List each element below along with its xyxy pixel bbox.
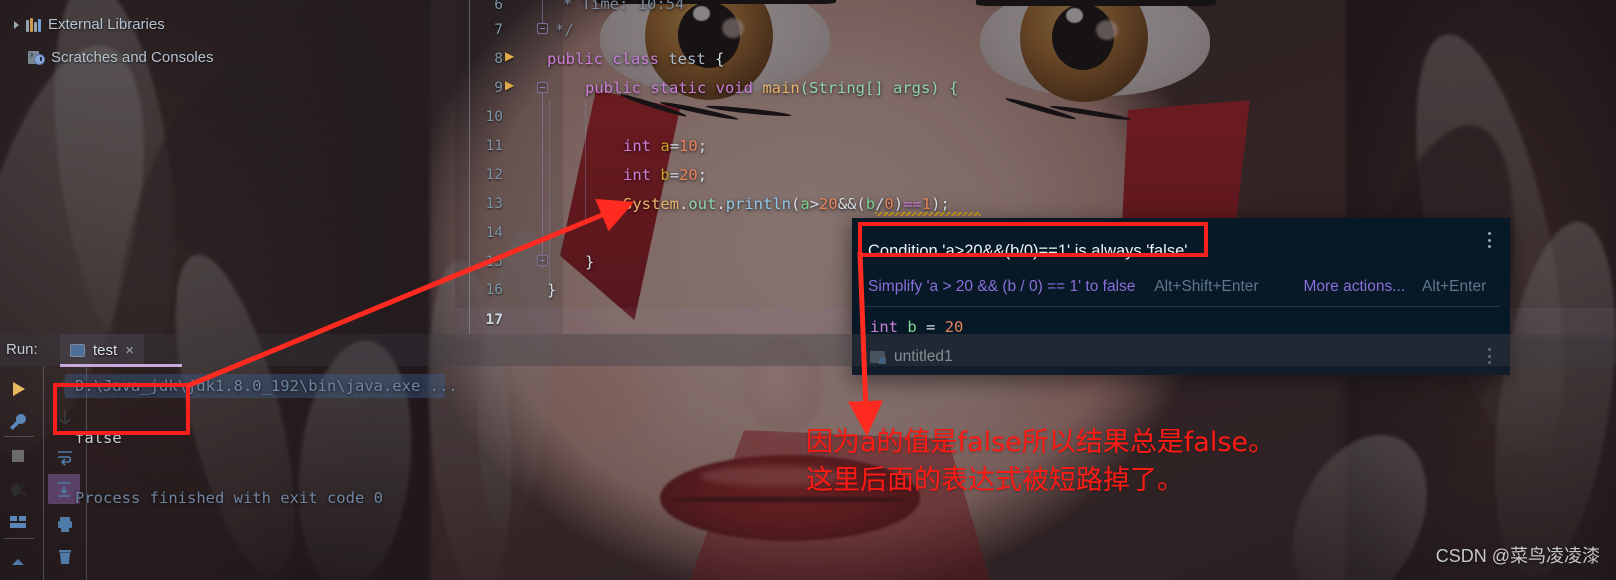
line-number-current: 17 [485, 312, 503, 328]
layout-icon[interactable] [3, 509, 33, 535]
soft-wrap-icon[interactable] [50, 444, 80, 470]
line-number: 15 [485, 254, 503, 270]
line-number: 10 [485, 109, 503, 125]
run-config-icon [70, 343, 85, 357]
more-actions-shortcut: Alt+Enter [1422, 278, 1487, 295]
code-line-15: } [585, 253, 595, 271]
code-brace: { [715, 50, 725, 68]
annotation-note-line-2: 这里后面的表达式被短路掉了。 [806, 465, 1184, 496]
run-label: Run: [6, 341, 38, 358]
indent-guide-2 [585, 100, 586, 220]
toolbar-divider [4, 436, 34, 437]
library-icon [26, 17, 41, 32]
project-tool-window: External Libraries Scratches and Console… [0, 0, 455, 334]
code-line-9: public static void main(String[] args) { [585, 79, 958, 97]
tooltip-divider [862, 306, 1500, 307]
fold-marker-icon[interactable] [537, 255, 548, 266]
line-number: 14 [485, 225, 503, 241]
print-icon[interactable] [50, 511, 80, 537]
warning-squiggle [875, 212, 981, 216]
run-play-icon[interactable] [3, 376, 33, 402]
debug-bug-icon[interactable] [3, 476, 33, 502]
code-line-12: int b=20; [623, 166, 708, 184]
kebab-menu-icon[interactable] [1488, 232, 1492, 250]
code-line-7: */ [555, 21, 574, 39]
simplify-action-link[interactable]: Simplify 'a > 20 && (b / 0) == 1' to fal… [868, 278, 1135, 295]
annotation-note-line-1: 因为a的值是false所以结果总是false。 [806, 427, 1276, 458]
stop-square-icon[interactable] [3, 443, 33, 469]
wrench-settings-icon[interactable] [3, 409, 33, 435]
console-false-highlight-box [53, 383, 190, 435]
code-line-8: public class test { [547, 50, 724, 68]
line-number: 7 [494, 22, 503, 38]
sidebar-item-scratches-and-consoles[interactable]: Scratches and Consoles [28, 49, 214, 66]
code-line-16: } [547, 281, 557, 299]
watermark: CSDN @菜鸟凌凌漆 [1435, 546, 1600, 566]
line-number: 11 [485, 138, 503, 154]
code-keyword: public static void [585, 79, 753, 97]
line-number: 6 [494, 0, 503, 13]
sidebar-item-label: Scratches and Consoles [51, 49, 214, 66]
indent-guide-1 [549, 100, 550, 300]
code-method-name: main [762, 79, 800, 97]
pin-icon[interactable] [3, 548, 33, 574]
fold-marker-icon[interactable] [537, 82, 548, 93]
inspection-actions: Simplify 'a > 20 && (b / 0) == 1' to fal… [868, 278, 1494, 302]
run-tab-label: test [93, 341, 118, 359]
trash-icon[interactable] [50, 544, 80, 570]
tooltip-title-highlight-box [858, 222, 1208, 257]
line-number: 8 [494, 51, 503, 67]
line-number: 16 [485, 282, 503, 298]
code-classname: test [668, 50, 706, 68]
simplify-action-shortcut: Alt+Shift+Enter [1154, 278, 1259, 295]
fold-line-body [542, 93, 544, 268]
code-line-6: * Time: 10:54 [563, 0, 685, 13]
toolbar-divider [4, 538, 34, 539]
code-keyword: public class [547, 50, 659, 68]
fold-marker-icon[interactable] [537, 23, 548, 34]
line-number: 13 [485, 196, 503, 212]
run-header [0, 334, 1616, 366]
sidebar-item-label: External Libraries [48, 16, 165, 33]
run-gutter-icon[interactable]: ▶ [505, 78, 514, 92]
more-actions-link[interactable]: More actions... [1303, 278, 1405, 295]
console-line: Process finished with exit code 0 [75, 489, 383, 507]
run-toolbar-left[interactable] [0, 366, 40, 580]
screenshot-root: External Libraries Scratches and Console… [0, 0, 1616, 580]
scratches-icon [28, 49, 45, 65]
code-signature: (String[] args) { [799, 79, 959, 97]
run-tab-test[interactable]: test × [60, 334, 144, 366]
chevron-right-icon[interactable] [14, 20, 19, 29]
run-gutter-icon[interactable]: ▶ [505, 49, 514, 63]
line-number: 9 [494, 80, 503, 96]
line-number: 12 [485, 167, 503, 183]
code-line-11: int a=10; [623, 137, 708, 155]
close-icon[interactable]: × [125, 342, 134, 359]
code-line-13: System.out.println(a>20&&(b/0)==1); [623, 195, 950, 213]
sidebar-item-external-libraries[interactable]: External Libraries [14, 16, 165, 33]
fold-line [542, 0, 544, 24]
